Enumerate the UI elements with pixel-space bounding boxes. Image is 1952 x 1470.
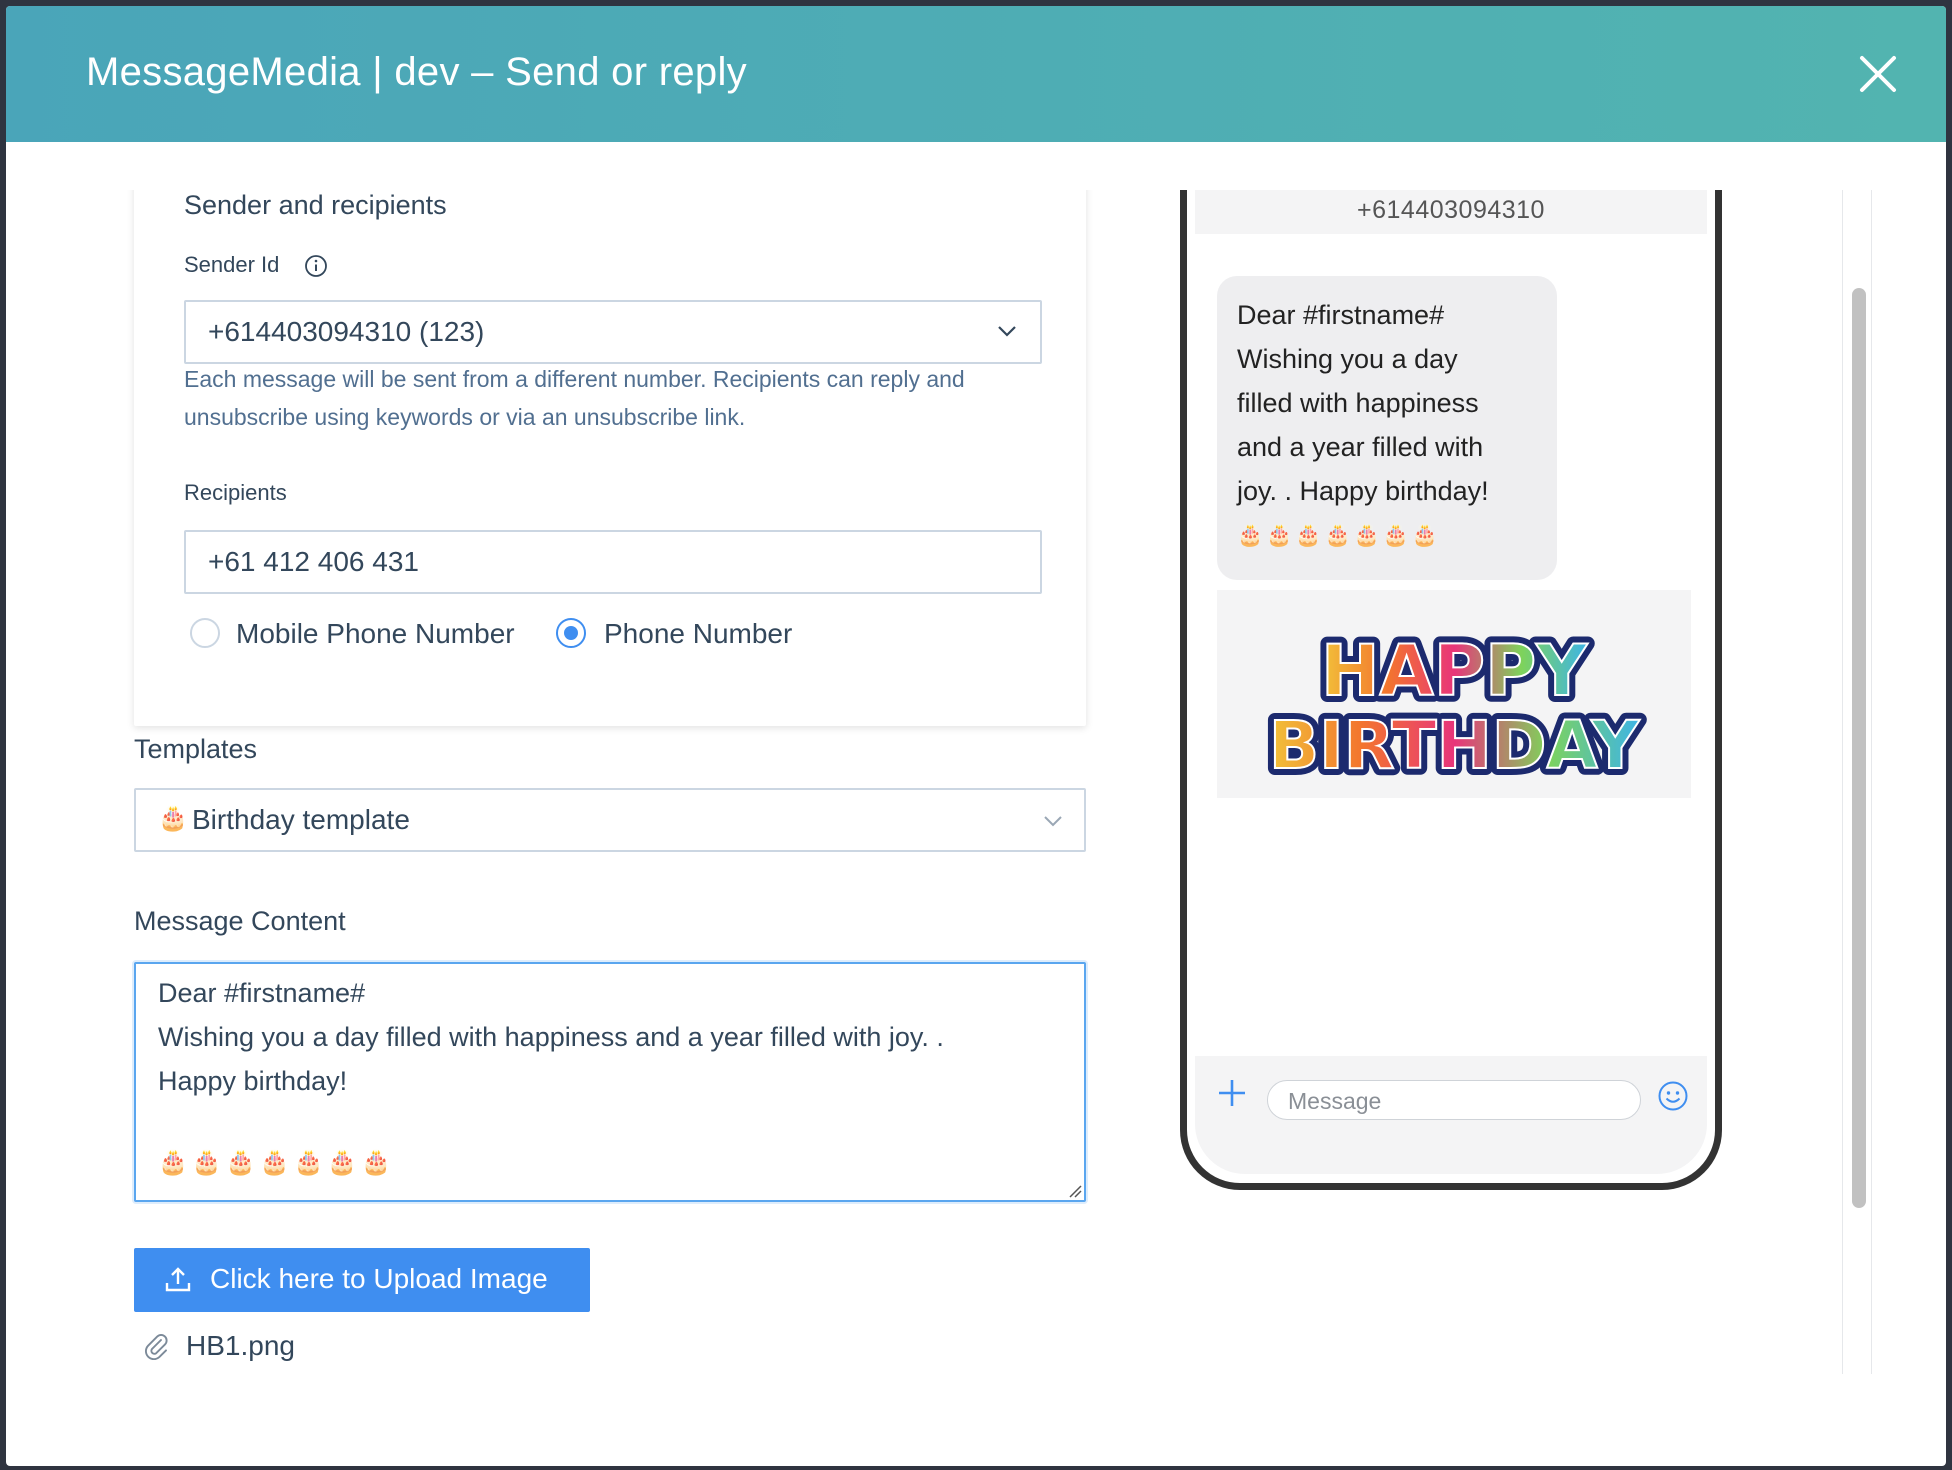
bubble-line: Wishing you a day <box>1237 344 1458 374</box>
templates-select[interactable]: 🎂 Birthday template <box>134 788 1086 852</box>
message-line: Dear #firstname# <box>158 978 366 1008</box>
resize-handle-icon[interactable] <box>1066 1182 1082 1198</box>
modal-body: Sender and recipients Sender Id +6144030… <box>6 190 1946 1374</box>
preview-message-input[interactable]: Message <box>1267 1080 1641 1120</box>
phone-header: +614403094310 <box>1195 190 1707 234</box>
bubble-cake-emojis: 🎂🎂🎂🎂🎂🎂🎂 <box>1237 524 1442 547</box>
radio-phone-number[interactable] <box>556 618 586 648</box>
sender-id-value: +614403094310 (123) <box>208 316 485 347</box>
preview-phone-number: +614403094310 <box>1357 196 1545 224</box>
upload-button-label: Click here to Upload Image <box>210 1263 548 1294</box>
phone-screen: +614403094310 Dear #firstname# Wishing y… <box>1195 190 1707 1174</box>
chevron-down-icon <box>1042 814 1064 828</box>
message-bubble: Dear #firstname# Wishing you a day fille… <box>1217 276 1557 580</box>
radio-label-mobile[interactable]: Mobile Phone Number <box>236 618 515 650</box>
bubble-line: and a year filled with <box>1237 432 1484 462</box>
phone-preview: +614403094310 Dear #firstname# Wishing y… <box>1180 190 1722 1190</box>
chevron-down-icon <box>996 324 1018 338</box>
scrollbar-thumb[interactable] <box>1852 288 1866 1208</box>
image-text-birthday: BIRTHDAY <box>1269 707 1641 784</box>
radio-label-phone[interactable]: Phone Number <box>604 618 792 650</box>
scrollbar-track[interactable] <box>1842 190 1872 1374</box>
modal-title: MessageMedia | dev – Send or reply <box>86 50 747 94</box>
templates-label: Templates <box>134 734 258 764</box>
smiley-icon[interactable] <box>1657 1080 1689 1112</box>
modal-header: MessageMedia | dev – Send or reply <box>6 6 1946 142</box>
happy-birthday-image: HAPPY HAPPY BIRTHDAY BIRTHDAY <box>1217 590 1691 798</box>
close-icon[interactable] <box>1856 52 1900 96</box>
message-content-label: Message Content <box>134 906 346 936</box>
sender-id-label: Sender Id <box>184 252 280 277</box>
radio-mobile-phone-number[interactable] <box>190 618 220 648</box>
plus-icon[interactable] <box>1217 1078 1247 1108</box>
bubble-line: Dear #firstname# <box>1237 300 1445 330</box>
recipients-label: Recipients <box>184 480 287 505</box>
image-text-happy: HAPPY <box>1321 630 1588 712</box>
attachment-name[interactable]: HB1.png <box>186 1330 295 1362</box>
templates-value: Birthday template <box>192 804 410 835</box>
upload-image-button[interactable]: Click here to Upload Image <box>134 1248 590 1312</box>
template-cake-icon: 🎂 <box>158 805 188 832</box>
section-heading: Sender and recipients <box>184 190 447 220</box>
sender-help-text: Each message will be sent from a differe… <box>184 366 965 430</box>
compose-bar: Message <box>1195 1056 1707 1174</box>
sender-id-select[interactable]: +614403094310 (123) <box>184 300 1042 364</box>
cake-emojis: 🎂🎂🎂🎂🎂🎂🎂 <box>158 1149 396 1176</box>
message-placeholder: Message <box>1288 1088 1382 1114</box>
send-reply-modal: MessageMedia | dev – Send or reply Sende… <box>6 6 1946 1466</box>
recipients-input[interactable]: +61 412 406 431 <box>184 530 1042 594</box>
message-line: Wishing you a day filled with happiness … <box>158 1022 944 1052</box>
info-icon[interactable] <box>304 254 328 278</box>
bubble-line: filled with happiness <box>1237 388 1479 418</box>
message-content-textarea[interactable]: Dear #firstname# Wishing you a day fille… <box>134 962 1086 1202</box>
bubble-line: joy. . Happy birthday! <box>1237 476 1489 506</box>
paperclip-icon <box>142 1332 170 1361</box>
upload-icon <box>164 1266 192 1294</box>
recipients-value: +61 412 406 431 <box>208 546 419 577</box>
message-line: Happy birthday! <box>158 1066 348 1096</box>
